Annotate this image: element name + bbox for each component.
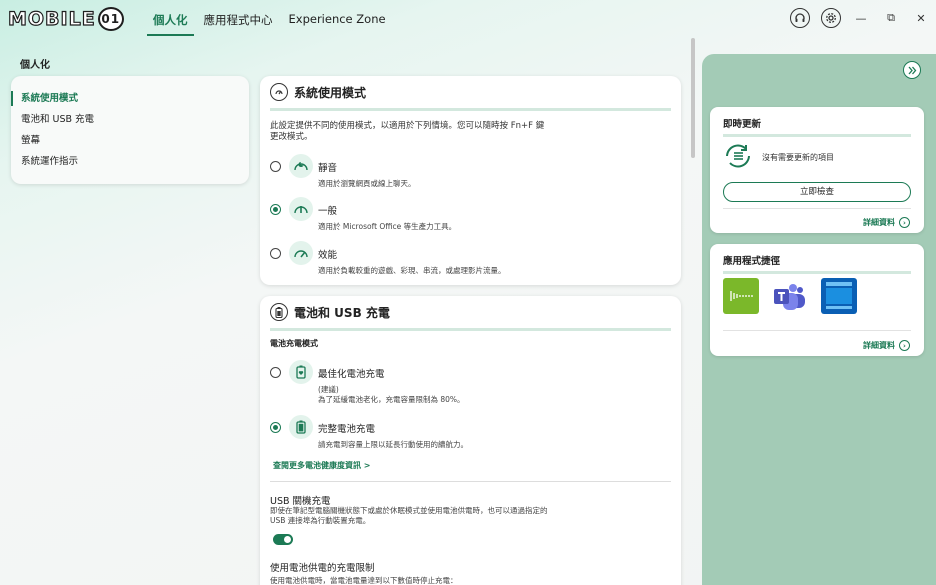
close-button[interactable]: ✕ <box>912 9 930 27</box>
gauge-mid-icon <box>289 197 313 221</box>
option-subtitle: 適用於 Microsoft Office 等生產力工具。 <box>318 222 457 231</box>
mode-option-normal[interactable]: 一般 適用於 Microsoft Office 等生產力工具。 <box>270 197 457 232</box>
option-subtitle: (建議) <box>318 385 339 394</box>
option-title: 效能 <box>318 250 338 261</box>
headset-icon[interactable] <box>790 8 810 28</box>
restore-button[interactable]: ⧉ <box>882 9 900 27</box>
mode-option-quiet[interactable]: 靜音 適用於瀏覽網頁或線上聊天。 <box>270 154 416 189</box>
usb-charge-toggle[interactable] <box>273 534 293 545</box>
teams-icon[interactable] <box>771 278 807 314</box>
details-label: 詳細資料 <box>863 341 895 350</box>
option-title: 最佳化電池充電 <box>318 369 385 380</box>
audio-app-icon[interactable] <box>723 278 759 314</box>
section-divider <box>270 481 671 482</box>
scrollbar[interactable] <box>691 38 695 158</box>
charge-limit-description: 使用電池供電時，當電池電量達到以下數值時停止充電： <box>270 576 458 585</box>
option-title: 完整電池充電 <box>318 424 376 435</box>
card-rule <box>270 328 671 331</box>
charge-mode-label: 電池充電模式 <box>270 339 318 348</box>
card-title: 電池和 USB 充電 <box>294 305 390 320</box>
details-label: 詳細資料 <box>863 218 895 227</box>
moon-gauge-icon <box>289 154 313 178</box>
battery-full-icon <box>289 415 313 439</box>
radio-full[interactable] <box>270 422 281 433</box>
card-rule <box>723 134 911 137</box>
charge-option-optimized[interactable]: 最佳化電池充電 (建議) 為了延緩電池老化，充電容量限制為 80%。 <box>270 360 465 405</box>
logo-badge: 01 <box>97 7 124 31</box>
sidebar-item-display[interactable]: 螢幕 <box>11 130 249 151</box>
app-logo: MOBILE 01 <box>7 6 124 32</box>
card-rule <box>723 271 911 274</box>
option-subtitle-2: 為了延緩電池老化，充電容量限制為 80%。 <box>318 395 465 404</box>
sidebar-item-indicator[interactable]: 系統運作指示 <box>11 151 249 172</box>
title-bar: MOBILE 01 個人化 應用程式中心 Experience Zone — ⧉… <box>0 0 936 38</box>
battery-card: 電池和 USB 充電 電池充電模式 最佳化電池充電 (建議) 為了延緩電池老化，… <box>260 296 681 585</box>
tab-personalization[interactable]: 個人化 <box>145 0 196 38</box>
sidebar-item-system-mode[interactable]: 系統使用模式 <box>11 88 249 109</box>
mode-description: 此設定提供不同的使用模式，以適用於下列情境。您可以隨時按 Fn+F 鍵更改模式。 <box>270 121 545 142</box>
battery-icon <box>270 303 288 321</box>
top-nav: 個人化 應用程式中心 Experience Zone <box>145 0 394 38</box>
live-update-card: 即時更新 沒有需要更新的項目 立即檢查 詳細資料 › <box>710 107 924 233</box>
update-status: 沒有需要更新的項目 <box>762 153 834 162</box>
app-shortcuts-card: 應用程式捷徑 詳細資料 › <box>710 244 924 356</box>
refresh-list-icon <box>723 143 753 169</box>
window-app-icon[interactable] <box>821 278 857 314</box>
card-header: 系統使用模式 <box>260 76 681 108</box>
minimize-button[interactable]: — <box>852 9 870 27</box>
card-divider <box>723 208 911 209</box>
chevron-right-icon: › <box>899 217 910 228</box>
option-subtitle: 適用於瀏覽網頁或線上聊天。 <box>318 179 416 188</box>
check-now-button[interactable]: 立即檢查 <box>723 182 911 202</box>
tab-app-center[interactable]: 應用程式中心 <box>196 0 281 38</box>
option-title: 靜音 <box>318 163 338 174</box>
gauge-high-icon <box>289 241 313 265</box>
gear-icon[interactable] <box>821 8 841 28</box>
radio-quiet[interactable] <box>270 161 281 172</box>
card-divider <box>723 330 911 331</box>
usb-charge-description: 即使在筆記型電腦關機狀態下或處於休眠模式並使用電池供電時，也可以通過指定的 US… <box>270 506 548 525</box>
chevron-right-icon: › <box>899 340 910 351</box>
charge-option-full[interactable]: 完整電池充電 請充電到容量上限以延長行動使用的續航力。 <box>270 415 468 450</box>
battery-health-link[interactable]: 查閱更多電池健康度資訊 > <box>273 460 371 471</box>
battery-heart-icon <box>289 360 313 384</box>
update-details-link[interactable]: 詳細資料 › <box>863 217 910 228</box>
card-title: 系統使用模式 <box>294 85 367 100</box>
radio-normal[interactable] <box>270 204 281 215</box>
radio-performance[interactable] <box>270 248 281 259</box>
radio-optimized[interactable] <box>270 367 281 378</box>
card-title: 應用程式捷徑 <box>723 256 781 267</box>
double-chevron-right-icon <box>908 66 916 74</box>
logo-text: MOBILE <box>7 7 96 30</box>
card-title: 即時更新 <box>723 119 762 130</box>
option-title: 一般 <box>318 206 338 217</box>
charge-limit-title: 使用電池供電的充電限制 <box>270 563 375 574</box>
usb-charge-title: USB 關機充電 <box>270 496 331 507</box>
system-mode-card: 系統使用模式 此設定提供不同的使用模式，以適用於下列情境。您可以隨時按 Fn+F… <box>260 76 681 285</box>
option-subtitle: 適用於負載較重的遊戲、彩現、串流，或處理影片流量。 <box>318 266 506 275</box>
sidebar-title: 個人化 <box>20 60 50 71</box>
option-subtitle: 請充電到容量上限以延長行動使用的續航力。 <box>318 440 468 449</box>
mode-option-performance[interactable]: 效能 適用於負載較重的遊戲、彩現、串流，或處理影片流量。 <box>270 241 506 276</box>
tab-experience-zone[interactable]: Experience Zone <box>281 0 394 38</box>
apps-details-link[interactable]: 詳細資料 › <box>863 340 910 351</box>
sidebar-menu: 系統使用模式 電池和 USB 充電 螢幕 系統運作指示 <box>11 76 249 184</box>
sidebar-item-battery[interactable]: 電池和 USB 充電 <box>11 109 249 130</box>
card-header: 電池和 USB 充電 <box>260 296 681 328</box>
collapse-panel-button[interactable] <box>903 61 921 79</box>
speedometer-icon <box>270 83 288 101</box>
